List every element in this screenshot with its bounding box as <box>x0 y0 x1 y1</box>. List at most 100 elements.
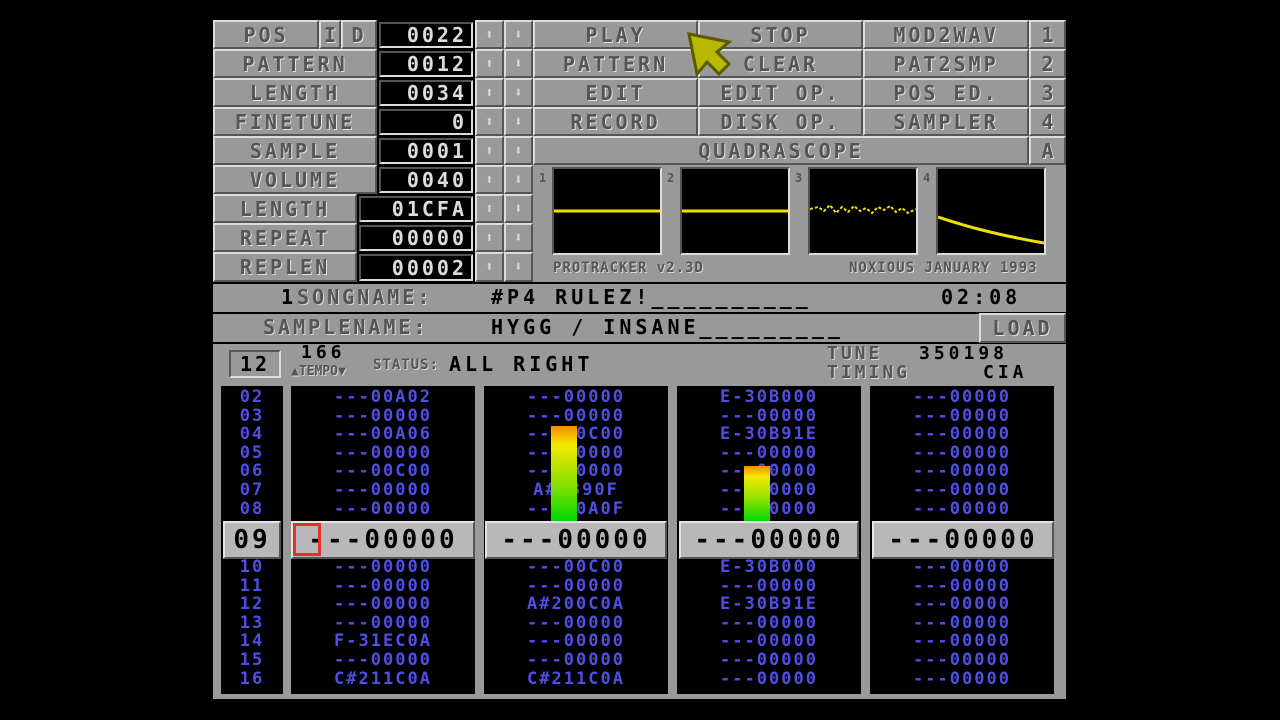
delete-button[interactable]: D <box>341 20 377 49</box>
disk-op-button[interactable]: DISK OP. <box>698 107 863 136</box>
pattern-play-button[interactable]: PATTERN <box>533 49 698 78</box>
track-row[interactable]: E-30B91E <box>677 425 861 444</box>
track-row[interactable]: E-30B000 <box>677 558 861 577</box>
pos-down-arrow-icon[interactable]: ⬇ <box>504 20 533 49</box>
replen-down-arrow-icon[interactable]: ⬇ <box>504 252 533 282</box>
scope-channel-3[interactable] <box>808 167 918 255</box>
edit-button[interactable]: EDIT <box>533 78 698 107</box>
track-row[interactable]: ---00000 <box>870 576 1054 596</box>
mod2wav-button[interactable]: MOD2WAV <box>863 20 1029 49</box>
track-row[interactable]: ---00000 <box>870 632 1054 651</box>
tempo-label[interactable]: ▲TEMPO▼ <box>291 364 346 379</box>
edit-op-button[interactable]: EDIT OP. <box>698 78 863 107</box>
finetune-up-arrow-icon[interactable]: ⬆ <box>475 107 504 136</box>
track-row[interactable]: ---00000 <box>870 651 1054 670</box>
track-row[interactable]: ---00000 <box>484 406 668 426</box>
track-row[interactable]: ---00000 <box>870 614 1054 633</box>
track-row[interactable]: ---00000 <box>870 388 1054 407</box>
track-row[interactable]: E-30B000 <box>677 388 861 407</box>
track-row[interactable]: A#200C0A <box>484 595 668 614</box>
pos-up-arrow-icon[interactable]: ⬆ <box>475 20 504 49</box>
record-button[interactable]: RECORD <box>533 107 698 136</box>
track-row[interactable]: ---00000 <box>870 669 1054 689</box>
repeat-up-arrow-icon[interactable]: ⬆ <box>475 223 504 252</box>
current-row-track-2[interactable]: ---00000 <box>485 521 667 559</box>
sample-down-arrow-icon[interactable]: ⬇ <box>504 136 533 165</box>
pattern-up-arrow-icon[interactable]: ⬆ <box>475 49 504 78</box>
track-row[interactable]: ---00000 <box>291 614 475 633</box>
sample-up-arrow-icon[interactable]: ⬆ <box>475 136 504 165</box>
pos-ed-button[interactable]: POS ED. <box>863 78 1029 107</box>
track-row[interactable]: ---00A02 <box>291 388 475 407</box>
sampler-button[interactable]: SAMPLER <box>863 107 1029 136</box>
function-a-button[interactable]: A <box>1029 136 1066 165</box>
length-up-arrow-icon[interactable]: ⬆ <box>475 78 504 107</box>
current-row-track-3[interactable]: ---00000 <box>679 521 859 559</box>
track-row[interactable]: C#211C0A <box>291 669 475 689</box>
track-row[interactable]: ---00000 <box>484 651 668 670</box>
track-row[interactable]: ---00000 <box>870 406 1054 426</box>
row-number: 02 <box>239 387 265 407</box>
track-row[interactable]: ---00000 <box>484 576 668 596</box>
track-row[interactable]: ---00000 <box>291 558 475 577</box>
pattern-down-arrow-icon[interactable]: ⬇ <box>504 49 533 78</box>
function-1-button[interactable]: 1 <box>1029 20 1066 49</box>
track-row[interactable]: ---00000 <box>870 425 1054 444</box>
replen-up-arrow-icon[interactable]: ⬆ <box>475 252 504 282</box>
function-3-button[interactable]: 3 <box>1029 78 1066 107</box>
volume-up-arrow-icon[interactable]: ⬆ <box>475 165 504 194</box>
scope-channel-4[interactable] <box>936 167 1046 255</box>
track-row[interactable]: ---00000 <box>291 499 475 519</box>
track-row[interactable]: ---00000 <box>291 595 475 614</box>
track-row[interactable]: ---00000 <box>677 669 861 689</box>
track-row[interactable]: ---00000 <box>291 406 475 426</box>
edit-cursor[interactable] <box>293 523 321 556</box>
current-row-track-4[interactable]: ---00000 <box>872 521 1054 559</box>
track-row[interactable]: ---00000 <box>291 651 475 670</box>
load-button[interactable]: LOAD <box>979 313 1066 343</box>
status-label: STATUS: <box>373 357 440 373</box>
track-row[interactable]: ---00000 <box>484 614 668 633</box>
track-row[interactable]: E-30B91E <box>677 595 861 614</box>
samplename-field[interactable]: HYGG / INSANE_________ <box>491 315 844 339</box>
play-button[interactable]: PLAY <box>533 20 698 49</box>
track-row[interactable]: ---00000 <box>870 462 1054 481</box>
track-row[interactable]: ---00000 <box>677 632 861 651</box>
octave-value[interactable]: 12 <box>229 350 281 378</box>
track-row[interactable]: ---00C00 <box>484 558 668 577</box>
track-row[interactable]: ---00000 <box>291 576 475 596</box>
pat2smp-button[interactable]: PAT2SMP <box>863 49 1029 78</box>
scope-channel-2[interactable] <box>680 167 790 255</box>
row-number: 04 <box>239 424 265 445</box>
quadrascope-button[interactable]: QUADRASCOPE <box>533 136 1029 165</box>
sample-length-up-arrow-icon[interactable]: ⬆ <box>475 194 504 223</box>
track-row[interactable]: ---00000 <box>677 444 861 463</box>
track-row[interactable]: F-31EC0A <box>291 632 475 651</box>
track-row[interactable]: ---00000 <box>677 406 861 426</box>
length-down-arrow-icon[interactable]: ⬇ <box>504 78 533 107</box>
track-row[interactable]: ---00000 <box>870 481 1054 500</box>
track-row[interactable]: C#211C0A <box>484 669 668 689</box>
scope-channel-1[interactable] <box>552 167 662 255</box>
track-row[interactable]: ---00C00 <box>291 462 475 481</box>
sample-length-down-arrow-icon[interactable]: ⬇ <box>504 194 533 223</box>
function-4-button[interactable]: 4 <box>1029 107 1066 136</box>
track-row[interactable]: ---00000 <box>870 558 1054 577</box>
track-row[interactable]: ---00000 <box>870 499 1054 519</box>
track-row[interactable]: ---00000 <box>291 444 475 463</box>
track-row[interactable]: ---00000 <box>291 481 475 500</box>
track-row[interactable]: ---00000 <box>677 614 861 633</box>
finetune-down-arrow-icon[interactable]: ⬇ <box>504 107 533 136</box>
function-2-button[interactable]: 2 <box>1029 49 1066 78</box>
track-row[interactable]: ---00000 <box>677 576 861 596</box>
volume-down-arrow-icon[interactable]: ⬇ <box>504 165 533 194</box>
track-row[interactable]: ---00000 <box>870 595 1054 614</box>
track-row[interactable]: ---00000 <box>484 388 668 407</box>
songname-field[interactable]: #P4 RULEZ!__________ <box>491 285 812 309</box>
track-row[interactable]: ---00000 <box>484 632 668 651</box>
repeat-down-arrow-icon[interactable]: ⬇ <box>504 223 533 252</box>
insert-button[interactable]: I <box>319 20 341 49</box>
track-row[interactable]: ---00000 <box>677 651 861 670</box>
track-row[interactable]: ---00000 <box>870 444 1054 463</box>
track-row[interactable]: ---00A06 <box>291 425 475 444</box>
